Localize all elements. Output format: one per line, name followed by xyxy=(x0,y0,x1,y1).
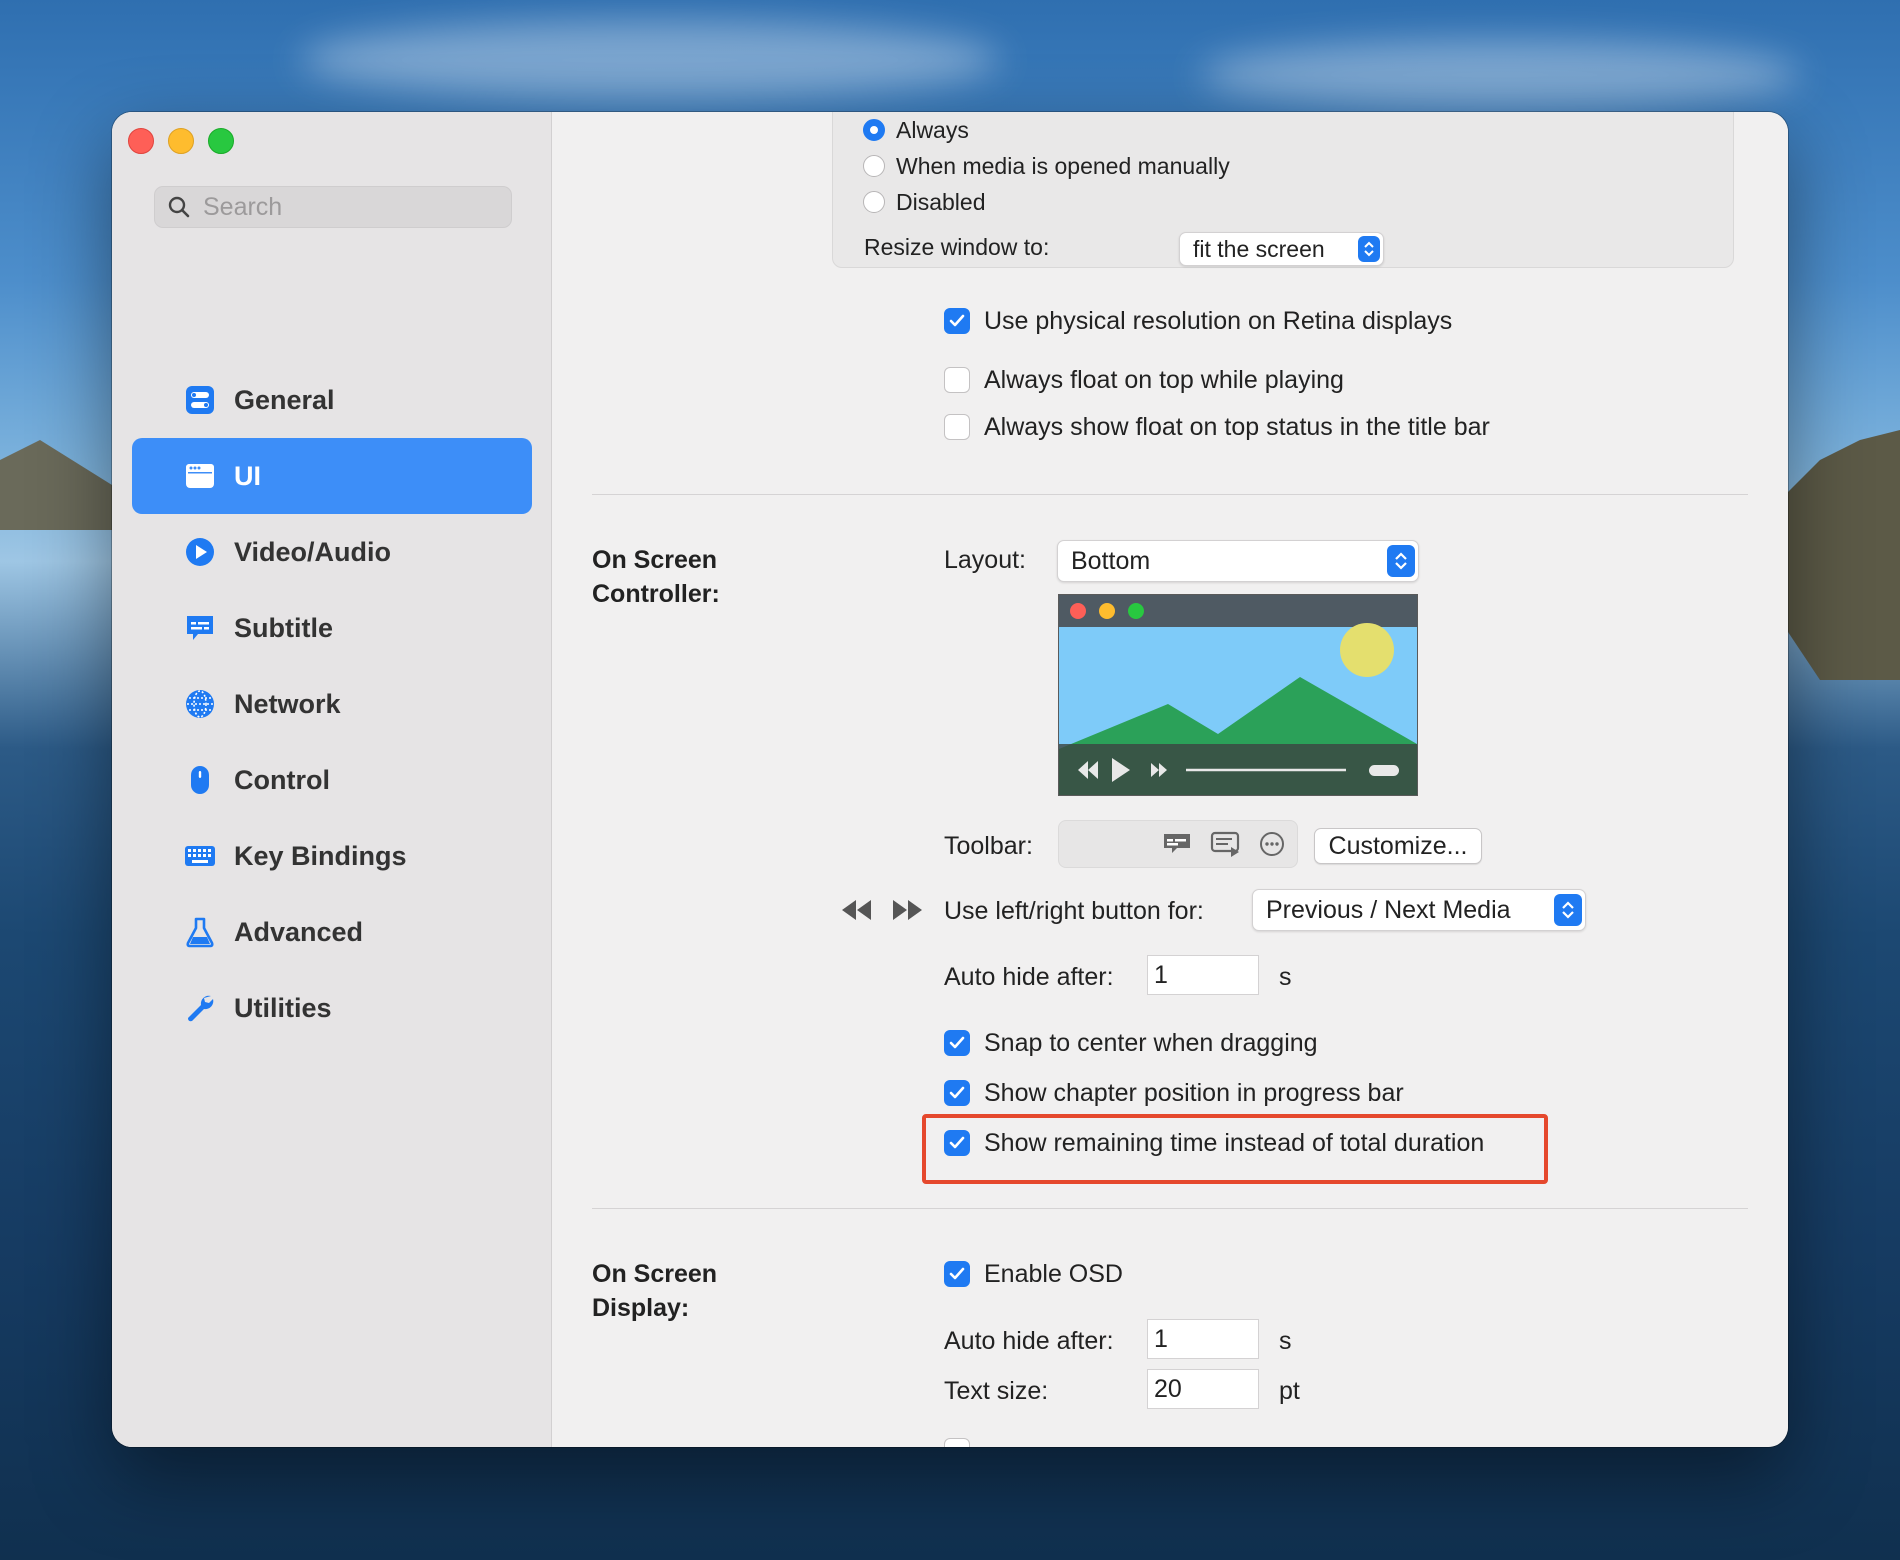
mouse-icon xyxy=(182,762,218,798)
sidebar: General UI Video/Audio Subtitle Network … xyxy=(112,112,552,1447)
resize-window-label: Resize window to: xyxy=(864,234,1050,260)
float-on-top-label: Always float on top while playing xyxy=(984,366,1344,394)
search-field[interactable] xyxy=(154,186,512,228)
resize-window-value: fit the screen xyxy=(1193,235,1325,262)
float-status-checkbox[interactable] xyxy=(944,414,970,440)
section-divider xyxy=(592,1208,1748,1209)
osd-textsize-input[interactable]: 20 xyxy=(1147,1369,1259,1409)
sidebar-item-control[interactable]: Control xyxy=(132,742,532,818)
globe-icon xyxy=(182,686,218,722)
partial-checkbox[interactable] xyxy=(944,1438,970,1447)
customize-button[interactable]: Customize... xyxy=(1314,828,1482,864)
osd-textsize-unit: pt xyxy=(1279,1377,1300,1405)
radio-always[interactable] xyxy=(863,119,885,141)
minimize-window-button[interactable] xyxy=(168,128,194,154)
sidebar-item-label: Advanced xyxy=(234,916,364,947)
subtitle-icon xyxy=(182,610,218,646)
osc-layout-preview xyxy=(1058,594,1418,796)
preferences-content: Always When media is opened manually Dis… xyxy=(552,112,1788,1447)
sidebar-item-utilities[interactable]: Utilities xyxy=(132,970,532,1046)
sidebar-item-label: UI xyxy=(234,460,261,491)
chevron-updown-icon xyxy=(1358,236,1380,262)
layout-value: Bottom xyxy=(1071,546,1151,575)
osc-section-title-2: Controller: xyxy=(592,580,720,608)
osd-autohide-unit: s xyxy=(1279,1327,1292,1355)
sidebar-item-label: Control xyxy=(234,764,330,795)
osd-autohide-label: Auto hide after: xyxy=(944,1327,1114,1355)
zoom-window-button[interactable] xyxy=(208,128,234,154)
search-icon xyxy=(168,196,190,218)
sidebar-item-label: Key Bindings xyxy=(234,840,407,871)
more-icon xyxy=(1260,832,1284,856)
sidebar-item-network[interactable]: Network xyxy=(132,666,532,742)
sidebar-item-video-audio[interactable]: Video/Audio xyxy=(132,514,532,590)
flask-icon xyxy=(182,914,218,950)
playlist-icon xyxy=(1210,831,1240,857)
enable-osd-label: Enable OSD xyxy=(984,1260,1123,1288)
background-hill-right xyxy=(1780,430,1900,680)
keyboard-icon xyxy=(182,838,218,874)
toolbar-preview xyxy=(1058,820,1298,868)
section-divider xyxy=(592,494,1748,495)
osd-textsize-label: Text size: xyxy=(944,1377,1049,1405)
physical-resolution-checkbox[interactable] xyxy=(944,308,970,334)
toggles-icon xyxy=(182,382,218,418)
layout-popup[interactable]: Bottom xyxy=(1057,540,1419,582)
chapter-position-checkbox[interactable] xyxy=(944,1080,970,1106)
osd-section-title: On Screen xyxy=(592,1260,718,1288)
snap-center-label: Snap to center when dragging xyxy=(984,1029,1318,1057)
sidebar-item-label: Network xyxy=(234,688,341,719)
sidebar-item-label: General xyxy=(234,384,335,415)
layout-label: Layout: xyxy=(944,546,1027,574)
enable-osd-checkbox[interactable] xyxy=(944,1261,970,1287)
rewind-fastforward-icon xyxy=(842,900,922,920)
chapter-position-label: Show chapter position in progress bar xyxy=(984,1079,1404,1107)
background-cloud xyxy=(1200,40,1800,110)
sidebar-item-general[interactable]: General xyxy=(132,362,532,438)
play-circle-icon xyxy=(182,534,218,570)
subtitle-icon xyxy=(1164,834,1190,853)
radio-label-always: Always xyxy=(896,117,969,143)
radio-disabled[interactable] xyxy=(863,191,885,213)
close-window-button[interactable] xyxy=(128,128,154,154)
sidebar-item-key-bindings[interactable]: Key Bindings xyxy=(132,818,532,894)
window-icon xyxy=(182,458,218,494)
wrench-icon xyxy=(182,990,218,1026)
search-input[interactable] xyxy=(201,191,495,223)
osc-autohide-label: Auto hide after: xyxy=(944,963,1114,991)
radio-label-manually: When media is opened manually xyxy=(896,153,1230,179)
sidebar-item-label: Video/Audio xyxy=(234,536,392,567)
leftright-label: Use left/right button for: xyxy=(944,897,1204,925)
preferences-window: General UI Video/Audio Subtitle Network … xyxy=(112,112,1788,1447)
snap-center-checkbox[interactable] xyxy=(944,1030,970,1056)
sidebar-nav: General UI Video/Audio Subtitle Network … xyxy=(132,362,532,1046)
radio-when-opened-manually[interactable] xyxy=(863,155,885,177)
toolbar-label: Toolbar: xyxy=(944,832,1033,860)
leftright-value: Previous / Next Media xyxy=(1266,895,1511,924)
sidebar-item-label: Subtitle xyxy=(234,612,333,643)
float-status-label: Always show float on top status in the t… xyxy=(984,413,1490,441)
osc-section-title: On Screen xyxy=(592,546,718,574)
background-cloud xyxy=(300,20,1000,100)
osc-autohide-unit: s xyxy=(1279,963,1292,991)
highlight-box xyxy=(922,1114,1548,1184)
sidebar-item-subtitle[interactable]: Subtitle xyxy=(132,590,532,666)
radio-label-disabled: Disabled xyxy=(896,189,986,215)
osc-autohide-input[interactable]: 1 xyxy=(1147,955,1259,995)
physical-resolution-label: Use physical resolution on Retina displa… xyxy=(984,307,1453,335)
osd-autohide-input[interactable]: 1 xyxy=(1147,1319,1259,1359)
chevron-updown-icon xyxy=(1387,545,1415,577)
background-hill-left xyxy=(0,440,120,530)
resize-window-popup[interactable]: fit the screen xyxy=(1179,232,1384,266)
sidebar-item-ui[interactable]: UI xyxy=(132,438,532,514)
sidebar-item-label: Utilities xyxy=(234,992,332,1023)
chevron-updown-icon xyxy=(1554,894,1582,926)
sidebar-item-advanced[interactable]: Advanced xyxy=(132,894,532,970)
float-on-top-checkbox[interactable] xyxy=(944,367,970,393)
osd-section-title-2: Display: xyxy=(592,1294,690,1322)
leftright-popup[interactable]: Previous / Next Media xyxy=(1252,889,1586,931)
